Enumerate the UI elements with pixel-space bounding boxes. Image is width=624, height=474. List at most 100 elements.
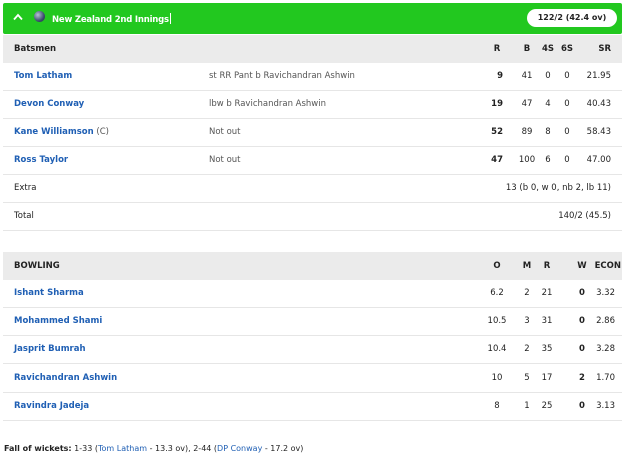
extras-row: Extra 13 (b 0, w 0, nb 2, lb 11) — [3, 175, 622, 203]
fours-value: 8 — [545, 127, 551, 137]
balls-value: 100 — [518, 155, 536, 165]
table-row: Ishant Sharma 6.2 2 21 0 3.32 — [3, 280, 622, 308]
bowler-name-link[interactable]: Ishant Sharma — [14, 288, 84, 298]
innings-header[interactable]: New Zealand 2nd Innings 122/2 (42.4 ov) — [3, 3, 622, 34]
total-value: 140/2 (45.5) — [558, 211, 611, 221]
maidens-value: 5 — [524, 373, 530, 383]
bowler-name-link[interactable]: Mohammed Shami — [14, 316, 102, 326]
balls-column-header: B — [523, 44, 531, 54]
batsman-name-link[interactable]: Ross Taylor — [14, 155, 68, 165]
table-row: Ross Taylor Not out 47 100 6 0 47.00 — [3, 147, 622, 175]
extras-label: Extra — [14, 183, 37, 193]
chevron-up-icon[interactable] — [13, 13, 23, 21]
runs-value: 47 — [491, 155, 503, 165]
fall-of-wickets-label: Fall of wickets: — [4, 444, 72, 453]
bowling-runs-value: 31 — [541, 316, 553, 326]
table-row: Jasprit Bumrah 10.4 2 35 0 3.28 — [3, 336, 622, 364]
overs-value: 6.2 — [490, 288, 504, 298]
economy-value: 2.86 — [596, 316, 615, 326]
strike-rate-value: 58.43 — [586, 127, 611, 137]
table-row: Ravichandran Ashwin 10 5 17 2 1.70 — [3, 364, 622, 393]
strike-rate-value: 40.43 — [586, 99, 611, 109]
economy-value: 1.70 — [596, 373, 615, 383]
wickets-value: 0 — [579, 401, 585, 411]
fours-value: 4 — [545, 99, 551, 109]
batsmen-column-header: Batsmen — [14, 44, 57, 54]
bowler-name-link[interactable]: Ravichandran Ashwin — [14, 373, 117, 383]
overs-value: 10.4 — [487, 344, 507, 354]
bowling-runs-value: 21 — [541, 288, 553, 298]
bowling-header-row: BOWLING O M R W ECON — [3, 252, 622, 280]
wickets-value: 2 — [579, 373, 585, 383]
wickets-value: 0 — [579, 316, 585, 326]
team-ball-icon — [34, 11, 45, 22]
bowler-name-link[interactable]: Jasprit Bumrah — [14, 344, 86, 354]
economy-value: 3.28 — [596, 344, 615, 354]
bowling-column-header: BOWLING — [14, 261, 60, 271]
runs-value: 19 — [491, 99, 503, 109]
fours-value: 0 — [545, 71, 551, 81]
fall-of-wickets: Fall of wickets: 1-33 (Tom Latham - 13.3… — [4, 444, 304, 453]
wickets-value: 0 — [579, 288, 585, 298]
bowling-runs-value: 17 — [541, 373, 553, 383]
runs-value: 52 — [491, 127, 503, 137]
balls-value: 47 — [521, 99, 533, 109]
sixes-value: 0 — [564, 99, 570, 109]
dismissal-text: Not out — [209, 155, 241, 165]
fow-1-player-link[interactable]: Tom Latham — [98, 444, 147, 453]
total-label: Total — [14, 211, 34, 221]
innings-title: New Zealand 2nd Innings — [52, 13, 171, 25]
maidens-column-header: M — [522, 261, 532, 271]
fow-2-score: 2-44 — [193, 444, 212, 453]
overs-column-header: O — [493, 261, 501, 271]
fours-column-header: 4S — [541, 44, 555, 54]
bowling-runs-value: 25 — [541, 401, 553, 411]
strike-rate-column-header: SR — [598, 44, 611, 54]
batting-header-row: Batsmen R B 4S 6S SR — [3, 35, 622, 63]
bowling-runs-value: 35 — [541, 344, 553, 354]
fow-2-over: - 17.2 ov — [264, 444, 301, 453]
fow-1-over: - 13.3 ov — [149, 444, 185, 453]
economy-column-header: ECON — [594, 261, 621, 271]
bowling-runs-column-header: R — [543, 261, 551, 271]
dismissal-text: st RR Pant b Ravichandran Ashwin — [209, 71, 355, 81]
balls-value: 41 — [521, 71, 533, 81]
overs-value: 8 — [494, 401, 500, 411]
economy-value: 3.13 — [596, 401, 615, 411]
innings-score-badge: 122/2 (42.4 ov) — [527, 9, 617, 27]
batsman-cell: Kane Williamson (C) — [14, 127, 109, 137]
sixes-column-header: 6S — [560, 44, 574, 54]
maidens-value: 1 — [524, 401, 530, 411]
wickets-value: 0 — [579, 344, 585, 354]
bowler-name-link[interactable]: Ravindra Jadeja — [14, 401, 89, 411]
dismissal-text: lbw b Ravichandran Ashwin — [209, 99, 327, 109]
table-row: Kane Williamson (C) Not out 52 89 8 0 58… — [3, 119, 622, 147]
batsman-name-link[interactable]: Kane Williamson — [14, 127, 94, 137]
batsman-name-link[interactable]: Tom Latham — [14, 71, 72, 81]
table-row: Tom Latham st RR Pant b Ravichandran Ash… — [3, 63, 622, 91]
overs-value: 10 — [491, 373, 503, 383]
wickets-column-header: W — [577, 261, 587, 271]
runs-value: 9 — [497, 71, 503, 81]
fours-value: 6 — [545, 155, 551, 165]
balls-value: 89 — [521, 127, 533, 137]
fow-1-score: 1-33 — [74, 444, 93, 453]
fow-2-player-link[interactable]: DP Conway — [217, 444, 262, 453]
text-cursor — [169, 13, 171, 24]
runs-column-header: R — [493, 44, 501, 54]
captain-marker: (C) — [96, 127, 109, 137]
dismissal-text: Not out — [209, 127, 241, 137]
sixes-value: 0 — [564, 155, 570, 165]
strike-rate-value: 21.95 — [586, 71, 611, 81]
sixes-value: 0 — [564, 71, 570, 81]
maidens-value: 2 — [524, 288, 530, 298]
economy-value: 3.32 — [596, 288, 615, 298]
strike-rate-value: 47.00 — [586, 155, 611, 165]
extras-value: 13 (b 0, w 0, nb 2, lb 11) — [505, 183, 611, 193]
maidens-value: 2 — [524, 344, 530, 354]
batsman-name-link[interactable]: Devon Conway — [14, 99, 84, 109]
maidens-value: 3 — [524, 316, 530, 326]
overs-value: 10.5 — [487, 316, 507, 326]
sixes-value: 0 — [564, 127, 570, 137]
total-row: Total 140/2 (45.5) — [3, 203, 622, 231]
